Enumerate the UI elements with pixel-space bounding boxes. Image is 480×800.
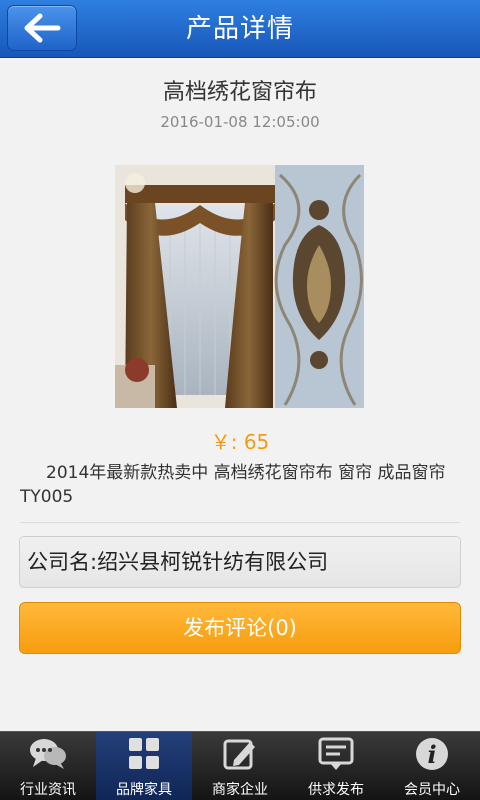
page-title: 产品详情 bbox=[185, 14, 294, 44]
tab-label: 供求发布 bbox=[308, 782, 364, 798]
product-image[interactable] bbox=[115, 165, 364, 408]
product-price: ￥: 65 bbox=[210, 430, 270, 454]
tab-supply-demand[interactable]: 供求发布 bbox=[288, 732, 384, 800]
bottom-tab-bar: 行业资讯 品牌家具 商家企业 供求发布 i 会员中心 bbox=[0, 731, 480, 800]
grid-icon bbox=[129, 738, 159, 769]
info-icon: i bbox=[416, 738, 448, 770]
tab-label: 会员中心 bbox=[404, 782, 460, 798]
header-bar: 产品详情 bbox=[0, 0, 480, 58]
post-comment-button[interactable]: 发布评论(0) bbox=[19, 602, 461, 654]
tab-brand-furniture[interactable]: 品牌家具 bbox=[96, 732, 192, 800]
tab-member-center[interactable]: i 会员中心 bbox=[384, 732, 480, 800]
product-title: 高档绣花窗帘布 bbox=[162, 80, 317, 105]
tab-industry-news[interactable]: 行业资讯 bbox=[0, 732, 96, 800]
svg-text:i: i bbox=[427, 740, 436, 769]
tab-label: 行业资讯 bbox=[20, 782, 76, 798]
edit-icon bbox=[223, 739, 255, 770]
tab-merchants[interactable]: 商家企业 bbox=[192, 732, 288, 800]
message-icon bbox=[318, 737, 354, 770]
product-date: 2016-01-08 12:05:00 bbox=[160, 113, 320, 131]
tab-label: 品牌家具 bbox=[116, 782, 172, 798]
chat-bubbles-icon bbox=[30, 739, 66, 769]
company-name-box[interactable]: 公司名:绍兴县柯锐针纺有限公司 bbox=[19, 536, 461, 588]
divider bbox=[20, 522, 460, 523]
tab-label: 商家企业 bbox=[212, 782, 268, 798]
product-description: 2014年最新款热卖中 高档绣花窗帘布 窗帘 成品窗帘 TY005 bbox=[20, 463, 446, 507]
